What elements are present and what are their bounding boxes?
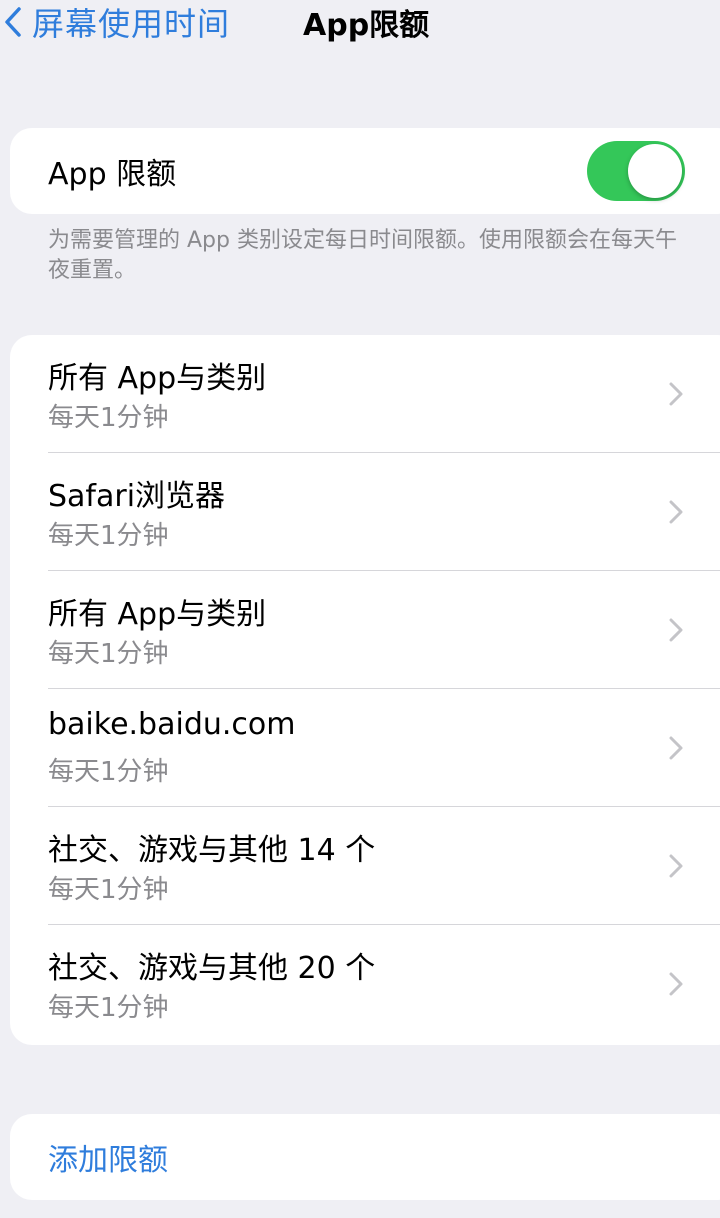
app-limits-toggle-label: App 限额 bbox=[48, 157, 177, 192]
app-limits-toggle-cell: App 限额 bbox=[10, 128, 720, 214]
back-button[interactable]: 屏幕使用时间 bbox=[0, 0, 230, 44]
limit-row-subtitle: 每天1分钟 bbox=[48, 993, 169, 1023]
limit-row[interactable]: Safari浏览器每天1分钟 bbox=[10, 453, 720, 571]
limit-row-subtitle: 每天1分钟 bbox=[48, 875, 169, 905]
limit-row-title: 所有 App与类别 bbox=[48, 597, 267, 632]
chevron-right-icon bbox=[666, 851, 686, 881]
chevron-right-icon bbox=[666, 969, 686, 999]
chevron-right-icon bbox=[666, 379, 686, 409]
chevron-right-icon bbox=[666, 615, 686, 645]
limit-row-subtitle: 每天1分钟 bbox=[48, 403, 169, 433]
add-limit-label: 添加限额 bbox=[48, 1143, 168, 1178]
limit-row[interactable]: 所有 App与类别每天1分钟 bbox=[10, 335, 720, 453]
limit-row-title: 社交、游戏与其他 14 个 bbox=[48, 833, 376, 868]
back-label: 屏幕使用时间 bbox=[32, 5, 231, 43]
chevron-left-icon bbox=[0, 2, 26, 42]
app-limits-footnote: 为需要管理的 App 类别设定每日时间限额。使用限额会在每天午夜重置。 bbox=[48, 228, 677, 283]
limit-row[interactable]: 社交、游戏与其他 20 个每天1分钟 bbox=[10, 925, 720, 1043]
limits-list: 所有 App与类别 每天1分钟 Safari浏览器 每天1分钟 所有 App与类别 每天1… bbox=[10, 335, 720, 1045]
limit-row[interactable]: 社交、游戏与其他 14 个每天1分钟 bbox=[10, 807, 720, 925]
limit-row-subtitle: 每天1分钟 bbox=[48, 639, 169, 669]
chevron-right-icon bbox=[666, 733, 686, 763]
navigation-bar: 屏幕使用时间 App限额 bbox=[0, 0, 720, 56]
limit-row-title: baike.baidu.com bbox=[48, 707, 296, 742]
limit-row-subtitle: 每天1分钟 bbox=[48, 521, 169, 551]
limit-row-title: Safari浏览器 bbox=[48, 479, 226, 514]
limit-row[interactable]: 所有 App与类别每天1分钟 bbox=[10, 571, 720, 689]
limit-row[interactable]: baike.baidu.com 每天1分钟 bbox=[10, 689, 720, 807]
chevron-right-icon bbox=[666, 497, 686, 527]
limit-row-title: 所有 App与类别 bbox=[48, 361, 267, 396]
limit-row-title: 社交、游戏与其他 20 个 bbox=[48, 951, 376, 986]
app-limits-switch[interactable] bbox=[587, 141, 685, 201]
page-title: App限额 bbox=[303, 8, 430, 43]
add-limit-button[interactable]: 添加限额 bbox=[10, 1114, 720, 1200]
limit-row-subtitle: 每天1分钟 bbox=[48, 757, 169, 787]
switch-knob bbox=[628, 144, 682, 198]
